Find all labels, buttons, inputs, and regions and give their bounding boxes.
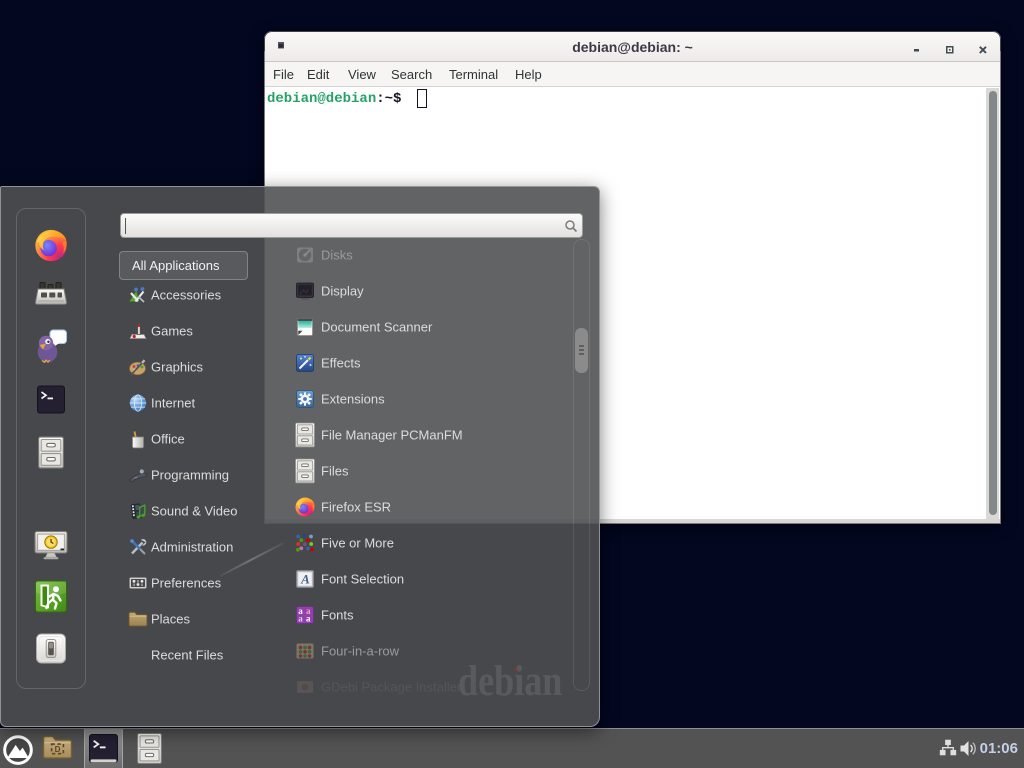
svg-text:a: a — [298, 614, 303, 624]
svg-text:D: D — [55, 745, 61, 754]
svg-text:a: a — [306, 614, 311, 624]
svg-text:A: A — [300, 572, 310, 587]
